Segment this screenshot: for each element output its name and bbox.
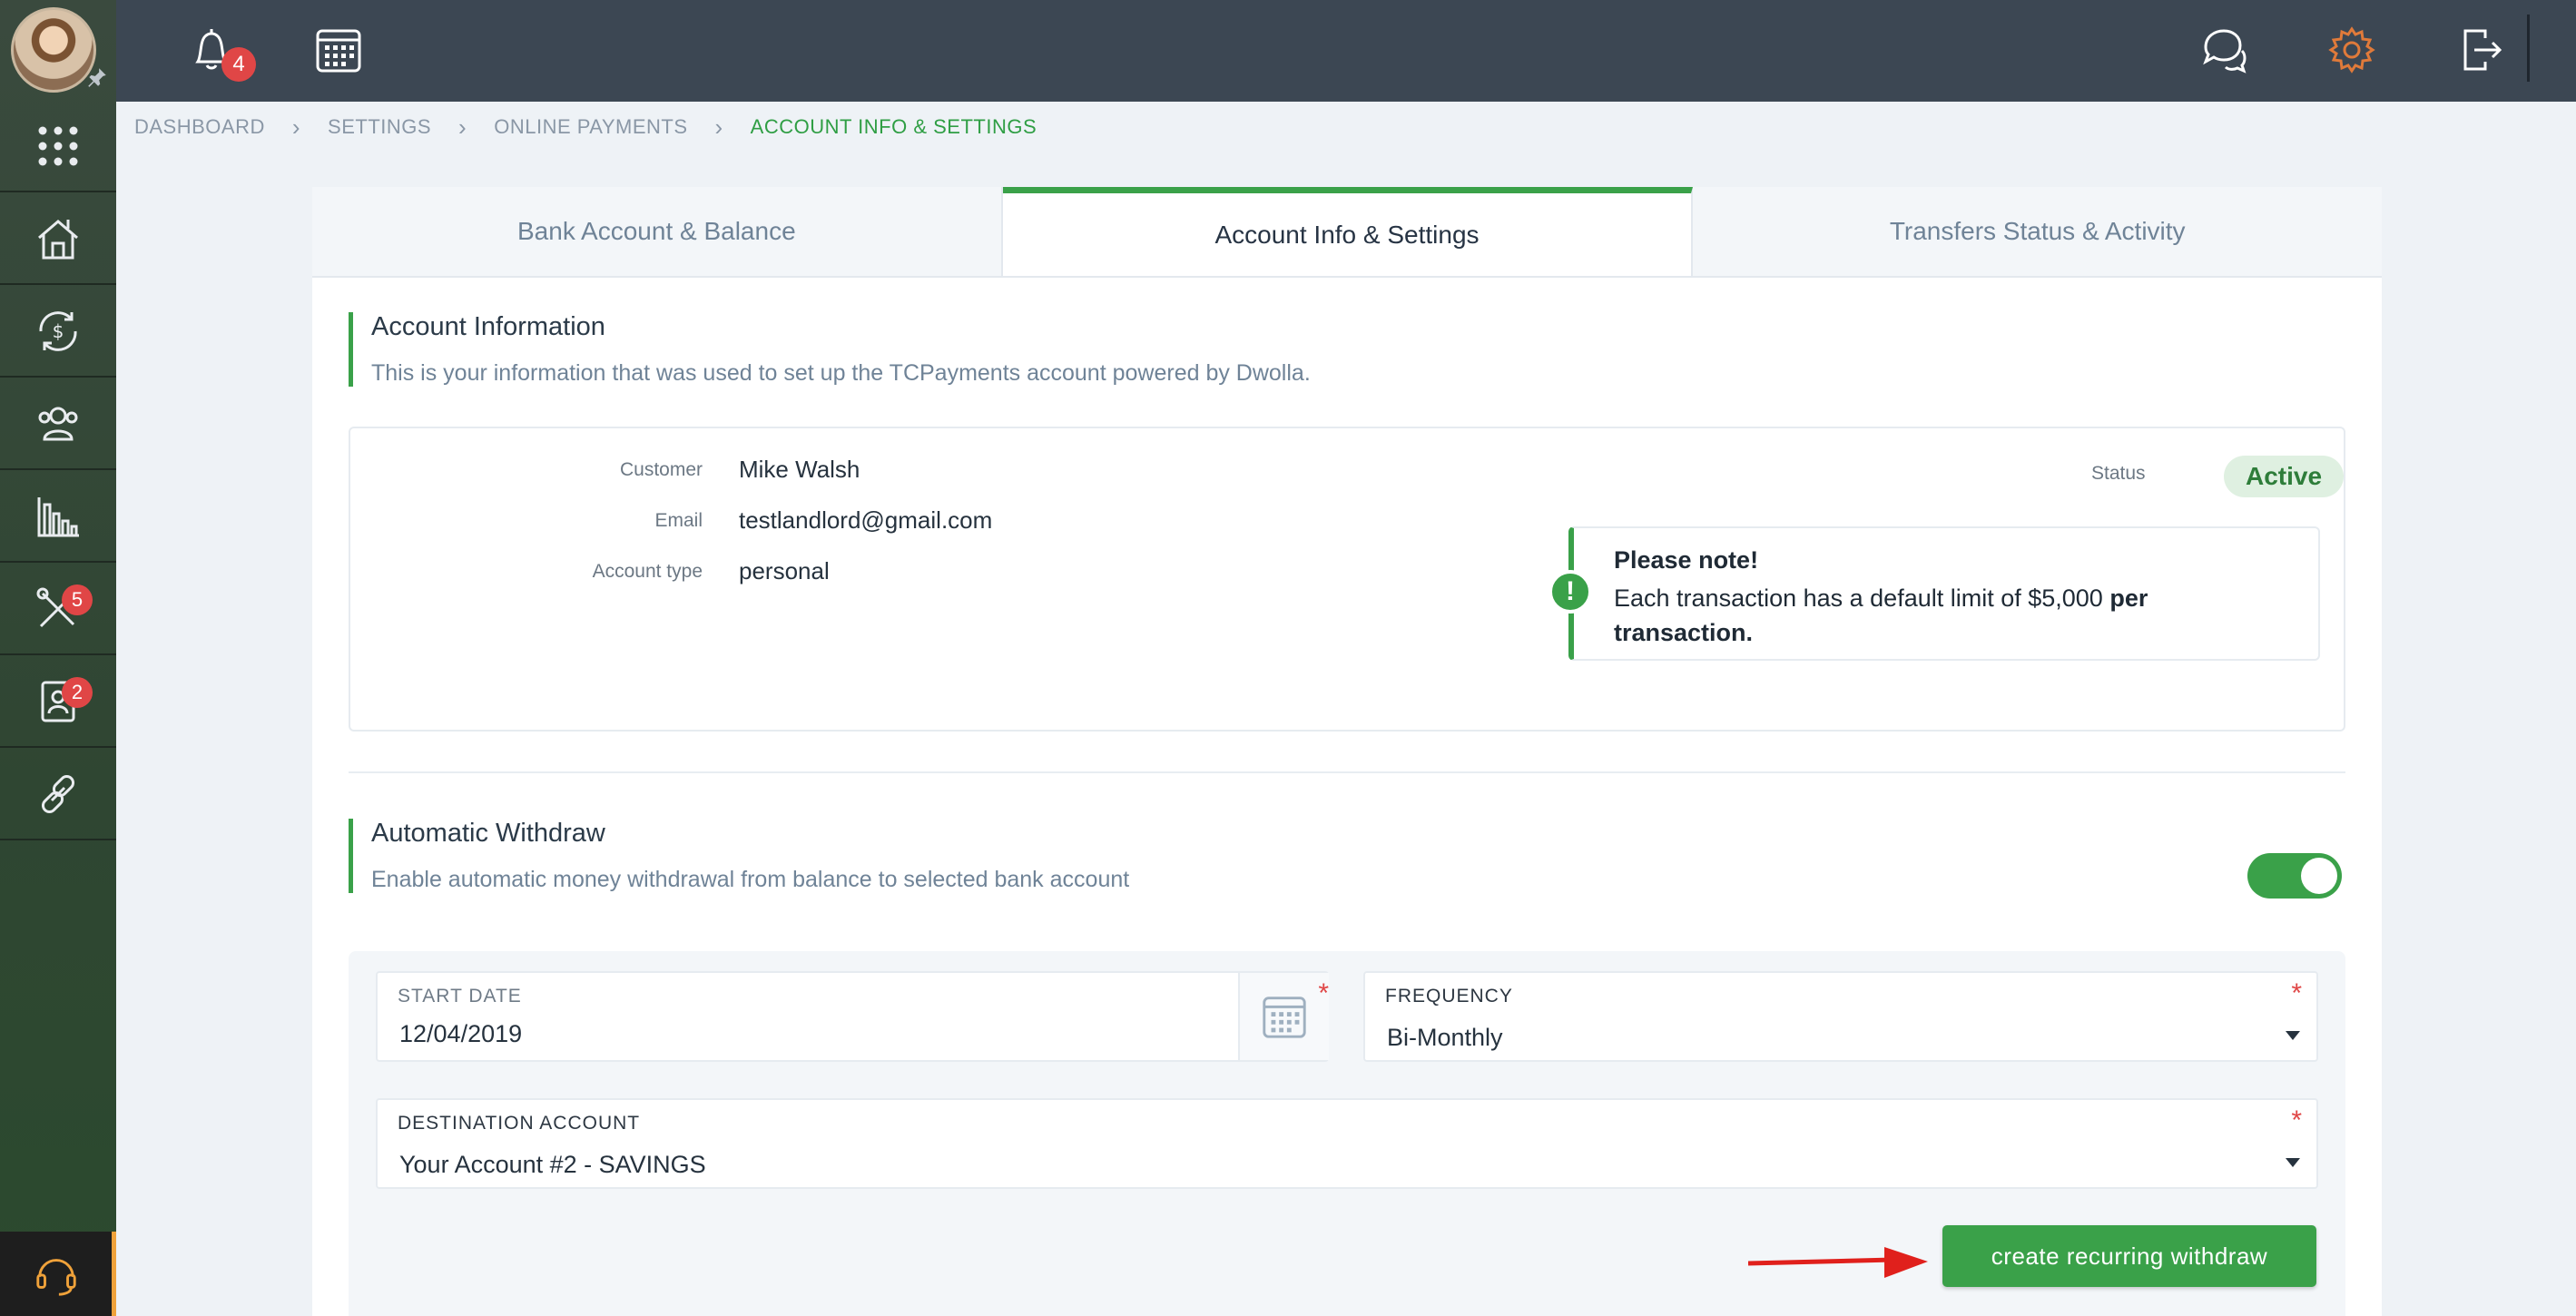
breadcrumb: DASHBOARD › SETTINGS › ONLINE PAYMENTS ›… <box>134 113 1037 142</box>
start-date-field[interactable]: START DATE 12/04/2019 * <box>376 971 1329 1062</box>
note-body: Each transaction has a default limit of … <box>1614 581 2286 650</box>
sidebar-item-payments[interactable]: $ <box>0 287 116 378</box>
calendar-icon <box>316 29 361 73</box>
headset-icon <box>35 1258 76 1296</box>
customer-value: Mike Walsh <box>739 456 860 483</box>
start-date-required: * <box>1318 978 1329 1008</box>
logout-icon <box>2463 29 2502 71</box>
account-info-title: Account Information <box>371 312 605 341</box>
auto-withdraw-header: Automatic Withdraw Enable automatic mone… <box>349 819 1129 893</box>
exclamation-icon: ! <box>1549 570 1592 614</box>
account-type-row: Account type personal <box>350 557 830 585</box>
chevron-right-icon: › <box>458 113 467 141</box>
status-label: Status <box>2091 463 2146 484</box>
notifications-badge: 4 <box>221 47 256 82</box>
tab-transfers-status-activity[interactable]: Transfers Status & Activity <box>1693 187 2383 276</box>
sidebar-item-reports[interactable] <box>0 472 116 563</box>
gear-icon <box>2328 26 2375 74</box>
account-info-subtitle: This is your information that was used t… <box>371 360 1311 386</box>
auto-withdraw-subtitle: Enable automatic money withdrawal from b… <box>371 867 1130 892</box>
frequency-value: Bi-Monthly <box>1387 1024 1503 1051</box>
chat-bubbles-icon <box>2203 29 2247 74</box>
bar-chart-icon <box>37 497 79 537</box>
section-divider <box>349 771 2345 773</box>
breadcrumb-current: ACCOUNT INFO & SETTINGS <box>750 115 1037 138</box>
sidebar-item-properties[interactable] <box>0 194 116 285</box>
chevron-right-icon: › <box>714 113 723 141</box>
email-row: Email testlandlord@gmail.com <box>350 506 992 535</box>
account-info-box: Customer Mike Walsh Email testlandlord@g… <box>349 427 2345 732</box>
people-icon <box>38 407 78 441</box>
customer-label: Customer <box>619 458 703 480</box>
account-type-label: Account type <box>592 560 703 582</box>
auto-withdraw-toggle[interactable] <box>2247 853 2342 899</box>
link-icon <box>41 774 75 814</box>
start-date-label: START DATE <box>398 986 522 1007</box>
destination-required: * <box>2291 1105 2302 1135</box>
main-card: Bank Account & Balance Account Info & Se… <box>312 187 2383 1316</box>
destination-value: Your Account #2 - SAVINGS <box>399 1151 706 1178</box>
top-bar: 4 <box>116 0 2576 102</box>
maintenance-badge: 5 <box>62 584 93 615</box>
tab-bank-account-balance[interactable]: Bank Account & Balance <box>312 187 1003 276</box>
sidebar-item-maintenance[interactable]: 5 <box>0 565 116 655</box>
pin-icon[interactable] <box>85 65 109 89</box>
svg-text:$: $ <box>53 320 64 342</box>
chevron-down-icon <box>2286 1031 2300 1040</box>
destination-label: DESTINATION ACCOUNT <box>398 1113 641 1134</box>
note-title: Please note! <box>1614 546 1759 574</box>
annotation-arrow-icon <box>1748 1247 1928 1278</box>
create-recurring-withdraw-button[interactable]: create recurring withdraw <box>1942 1225 2316 1287</box>
auto-withdraw-title: Automatic Withdraw <box>371 819 605 848</box>
frequency-required: * <box>2291 978 2302 1008</box>
topbar-divider <box>2527 15 2530 82</box>
sidebar-item-links[interactable] <box>0 750 116 840</box>
start-date-value[interactable]: 12/04/2019 <box>399 1020 522 1048</box>
messages-button[interactable] <box>2195 20 2255 80</box>
house-icon <box>38 220 78 260</box>
account-info-header: Account Information This is your informa… <box>349 312 1311 387</box>
account-type-value: personal <box>739 557 830 584</box>
breadcrumb-online-payments[interactable]: ONLINE PAYMENTS <box>494 115 687 139</box>
chevron-down-icon <box>2286 1158 2300 1167</box>
support-button[interactable] <box>0 1232 116 1316</box>
user-avatar[interactable] <box>11 7 96 93</box>
sidebar-item-apps[interactable] <box>0 102 116 192</box>
settings-button[interactable] <box>2322 20 2382 80</box>
sidebar-item-people[interactable] <box>0 379 116 470</box>
toggle-knob <box>2301 858 2337 894</box>
email-label: Email <box>654 509 703 531</box>
frequency-label: FREQUENCY <box>1385 986 1513 1007</box>
destination-account-select[interactable]: DESTINATION ACCOUNT Your Account #2 - SA… <box>376 1098 2318 1189</box>
breadcrumb-settings[interactable]: SETTINGS <box>328 115 431 139</box>
sidebar: $ 5 2 <box>0 0 116 1316</box>
logout-button[interactable] <box>2451 20 2511 80</box>
calendar-button[interactable] <box>309 20 369 80</box>
tab-account-info-settings[interactable]: Account Info & Settings <box>1002 187 1694 276</box>
customer-row: Customer Mike Walsh <box>350 456 860 484</box>
limit-note: ! Please note! Each transaction has a de… <box>1549 526 2320 661</box>
money-cycle-icon: $ <box>39 311 77 351</box>
applicants-badge: 2 <box>62 677 93 708</box>
email-value: testlandlord@gmail.com <box>739 506 993 534</box>
sidebar-item-applicants[interactable]: 2 <box>0 657 116 748</box>
chevron-right-icon: › <box>291 113 301 141</box>
tab-bar: Bank Account & Balance Account Info & Se… <box>312 187 2383 278</box>
calendar-icon <box>1263 997 1306 1038</box>
note-text: Each transaction has a default limit of … <box>1614 584 2103 612</box>
breadcrumb-dashboard[interactable]: DASHBOARD <box>134 115 265 139</box>
frequency-select[interactable]: FREQUENCY Bi-Monthly * <box>1363 971 2318 1062</box>
date-picker-button[interactable] <box>1238 973 1329 1060</box>
grid-dots-icon <box>38 126 78 166</box>
status-badge: Active <box>2224 456 2344 497</box>
